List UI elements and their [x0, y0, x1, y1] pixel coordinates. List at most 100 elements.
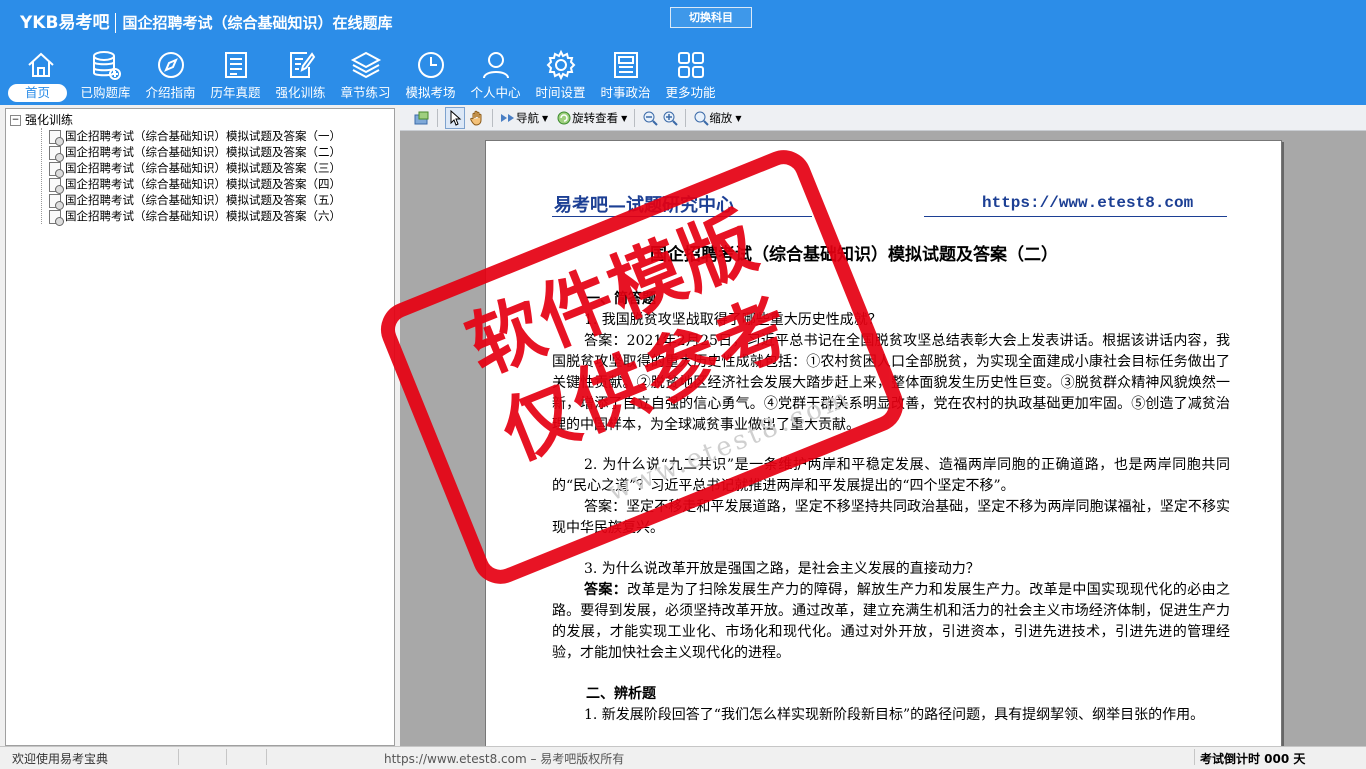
document-icon — [49, 146, 64, 162]
document-icon — [49, 210, 64, 226]
document-icon — [49, 178, 64, 194]
status-separator — [266, 749, 267, 765]
question-text: 1. 新发展阶段回答了“我们怎么样实现新阶段新目标”的路径问题，具有提纲挈领、纲… — [584, 707, 1205, 723]
tree-item-exam-4[interactable]: 国企招聘考试（综合基础知识）模拟试题及答案（四） — [6, 176, 341, 194]
user-icon — [463, 46, 528, 82]
dropdown-caret-icon: ▼ — [542, 113, 549, 123]
main-nav: 首页 已购题库 介绍指南 历年真题 强化训练 章节练习 模拟考场 个人中心 时间… — [8, 46, 723, 104]
tree-item-label: 国企招聘考试（综合基础知识）模拟试题及答案（三） — [65, 161, 341, 175]
navigation-label: 导航 — [516, 111, 539, 125]
tree-item-label: 国企招聘考试（综合基础知识）模拟试题及答案（二） — [65, 145, 341, 159]
app-header: YKB易考吧 国企招聘考试（综合基础知识）在线题库 切换科目 首页 已购题库 介绍… — [0, 0, 1366, 105]
nav-purchased[interactable]: 已购题库 — [73, 46, 138, 104]
rotate-label: 旋转查看 — [572, 111, 619, 125]
navigation-dropdown[interactable]: 导航 ▼ — [500, 108, 548, 128]
switch-subject-button[interactable]: 切换科目 — [670, 7, 752, 28]
nav-label: 历年真题 — [210, 85, 261, 100]
zoom-dropdown[interactable]: 缩放 ▼ — [693, 108, 741, 128]
grid-icon — [658, 46, 723, 82]
status-separator — [226, 749, 227, 765]
document-icon — [49, 162, 64, 178]
answer-label: 答案： — [584, 582, 628, 598]
tree-children: 国企招聘考试（综合基础知识）模拟试题及答案（一） 国企招聘考试（综合基础知识）模… — [6, 128, 341, 226]
zoom-in-icon — [662, 110, 679, 126]
question-text: 3. 为什么说改革开放是强国之路，是社会主义发展的直接动力？ — [584, 561, 980, 577]
document-icon — [49, 130, 64, 146]
nav-label: 时事政治 — [600, 85, 651, 100]
nav-current-affairs[interactable]: 时事政治 — [593, 46, 658, 104]
tree-item-label: 国企招聘考试（综合基础知识）模拟试题及答案（一） — [65, 129, 341, 143]
list-doc-icon — [203, 46, 268, 82]
tree-root-node[interactable]: − 强化训练 — [10, 112, 73, 128]
status-separator — [1194, 749, 1195, 765]
brand-name: YKB易考吧 — [20, 13, 110, 33]
zoom-out-button[interactable] — [642, 108, 659, 128]
rotate-icon — [556, 110, 572, 126]
nav-label: 模拟考场 — [405, 85, 456, 100]
zoom-label: 缩放 — [709, 111, 733, 125]
nav-profile[interactable]: 个人中心 — [463, 46, 528, 104]
document-icon — [49, 194, 64, 210]
answer-text: 改革是为了扫除发展生产力的障碍，解放生产力和发展生产力。改革是中国实现现代化的必… — [552, 582, 1231, 661]
status-copyright: https://www.etest8.com – 易考吧版权所有 — [384, 752, 625, 766]
nav-label: 时间设置 — [535, 85, 586, 100]
tree-item-exam-1[interactable]: 国企招聘考试（综合基础知识）模拟试题及答案（一） — [6, 128, 341, 146]
nav-home[interactable]: 首页 — [8, 46, 73, 104]
nav-guide[interactable]: 介绍指南 — [138, 46, 203, 104]
nav-label: 已购题库 — [80, 85, 131, 100]
magnifier-icon — [693, 110, 710, 126]
camera-icon — [414, 110, 430, 126]
viewer-toolbar: 导航 ▼ 旋转查看 ▼ 缩放 ▼ — [400, 106, 1366, 131]
exam-countdown: 考试倒计时 000 天 — [1200, 752, 1306, 766]
tree-root-label: 强化训练 — [25, 113, 74, 127]
collapse-icon[interactable]: − — [10, 115, 21, 126]
nav-more[interactable]: 更多功能 — [658, 46, 723, 104]
edit-doc-icon — [268, 46, 333, 82]
status-bar: 欢迎使用易考宝典 https://www.etest8.com – 易考吧版权所… — [0, 746, 1366, 769]
dropdown-caret-icon: ▼ — [621, 113, 628, 123]
tree-item-label: 国企招聘考试（综合基础知识）模拟试题及答案（六） — [65, 209, 341, 223]
dropdown-caret-icon: ▼ — [735, 113, 742, 123]
app-title: 国企招聘考试（综合基础知识）在线题库 — [122, 14, 393, 32]
nav-mock-exam[interactable]: 模拟考场 — [398, 46, 463, 104]
toolbar-separator — [634, 109, 636, 127]
tree-item-exam-3[interactable]: 国企招聘考试（综合基础知识）模拟试题及答案（三） — [6, 160, 341, 178]
tree-item-label: 国企招聘考试（综合基础知识）模拟试题及答案（五） — [65, 193, 341, 207]
app-logo: YKB易考吧 国企招聘考试（综合基础知识）在线题库 — [20, 8, 392, 33]
nav-label: 首页 — [8, 84, 67, 102]
hand-tool-button[interactable] — [469, 108, 485, 128]
rotate-dropdown[interactable]: 旋转查看 ▼ — [556, 108, 627, 128]
navigation-icon — [500, 110, 516, 126]
select-tool-button[interactable] — [445, 107, 465, 129]
nav-label: 更多功能 — [665, 85, 716, 100]
toolbar-separator — [492, 109, 493, 127]
tree-item-exam-6[interactable]: 国企招聘考试（综合基础知识）模拟试题及答案（六） — [6, 208, 341, 226]
status-welcome: 欢迎使用易考宝典 — [12, 752, 109, 766]
gear-icon — [528, 46, 593, 82]
section-heading: 二、辨析题 — [586, 686, 656, 702]
nav-time-settings[interactable]: 时间设置 — [528, 46, 593, 104]
zoom-out-icon — [642, 110, 659, 126]
question-tree-panel: − 强化训练 国企招聘考试（综合基础知识）模拟试题及答案（一） 国企招聘考试（综合… — [5, 108, 395, 746]
tree-item-label: 国企招聘考试（综合基础知识）模拟试题及答案（四） — [65, 177, 341, 191]
toolbar-separator — [437, 109, 438, 127]
tree-item-exam-2[interactable]: 国企招聘考试（综合基础知识）模拟试题及答案（二） — [6, 144, 341, 162]
nav-chapters[interactable]: 章节练习 — [333, 46, 398, 104]
nav-label: 强化训练 — [275, 85, 326, 100]
database-icon — [73, 46, 138, 82]
nav-label: 个人中心 — [470, 85, 521, 100]
header-rule — [924, 216, 1227, 217]
layers-icon — [333, 46, 398, 82]
cursor-icon — [447, 109, 463, 126]
nav-label: 介绍指南 — [145, 85, 196, 100]
hand-icon — [469, 110, 485, 126]
tree-item-exam-5[interactable]: 国企招聘考试（综合基础知识）模拟试题及答案（五） — [6, 192, 341, 210]
nav-training[interactable]: 强化训练 — [268, 46, 333, 104]
status-separator — [178, 749, 179, 765]
nav-past-exams[interactable]: 历年真题 — [203, 46, 268, 104]
home-icon — [8, 46, 73, 82]
zoom-in-button[interactable] — [662, 108, 679, 128]
snapshot-button[interactable] — [414, 108, 430, 128]
doc-header-url: https://www.etest8.com — [982, 194, 1194, 212]
news-icon — [593, 46, 658, 82]
